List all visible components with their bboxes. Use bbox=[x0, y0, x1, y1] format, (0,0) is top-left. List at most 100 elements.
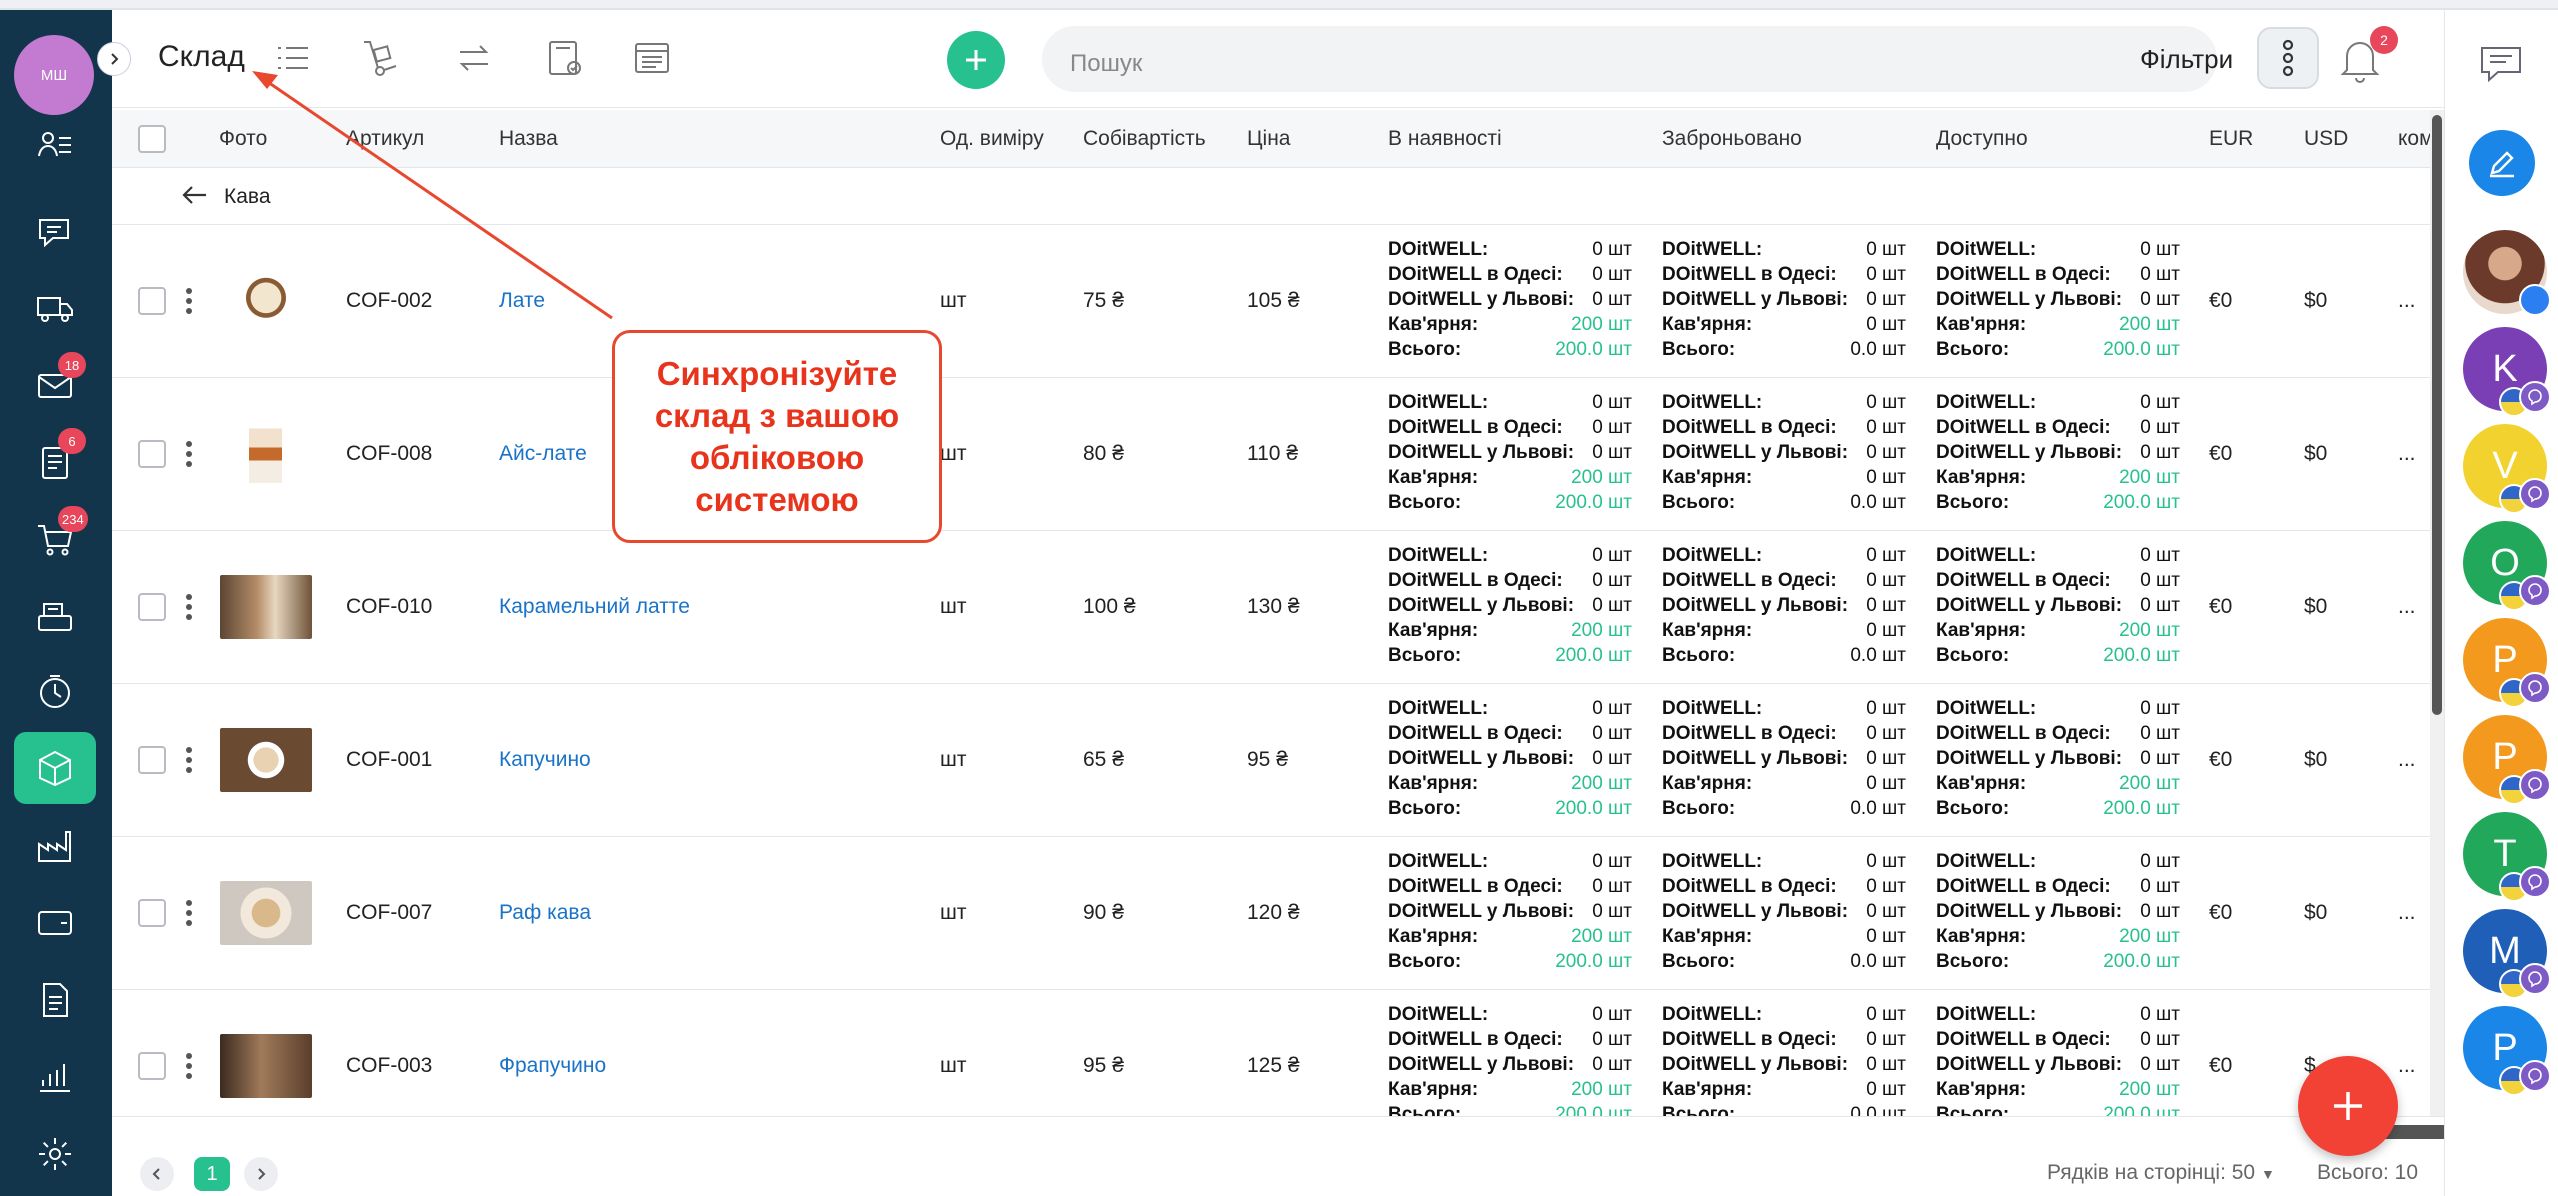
contact-avatar[interactable]: T bbox=[2463, 812, 2551, 902]
filters-button[interactable]: Фільтри bbox=[2140, 44, 2233, 75]
contact-avatar[interactable]: O bbox=[2463, 521, 2551, 611]
delivery-nav-item[interactable] bbox=[14, 272, 96, 344]
back-arrow-icon[interactable] bbox=[180, 180, 210, 210]
compose-button[interactable] bbox=[2469, 130, 2535, 196]
row-checkbox[interactable] bbox=[138, 440, 166, 468]
stock-value: 0 шт bbox=[2140, 1054, 2180, 1075]
analytics-nav-item[interactable] bbox=[14, 1040, 96, 1112]
inventory-check-icon[interactable] bbox=[542, 36, 586, 80]
col-in-stock[interactable]: В наявності bbox=[1388, 127, 1502, 151]
contact-avatar[interactable]: P bbox=[2463, 618, 2551, 708]
col-available[interactable]: Доступно bbox=[1936, 127, 2028, 151]
col-cost[interactable]: Собівартість bbox=[1083, 127, 1206, 151]
product-name-link[interactable]: Карамельний латте bbox=[499, 595, 690, 619]
add-product-button[interactable] bbox=[947, 31, 1005, 89]
col-photo[interactable]: Фото bbox=[219, 127, 267, 151]
production-nav-item[interactable] bbox=[14, 810, 96, 882]
plus-icon bbox=[966, 50, 986, 70]
row-checkbox[interactable] bbox=[138, 1052, 166, 1080]
cashier-nav-item[interactable] bbox=[14, 580, 96, 652]
product-name-link[interactable]: Айс-лате bbox=[499, 442, 587, 466]
hand-truck-icon[interactable] bbox=[358, 36, 402, 80]
settings-nav-item[interactable] bbox=[14, 1118, 96, 1190]
report-icon[interactable] bbox=[630, 36, 674, 80]
product-name-link[interactable]: Раф кава bbox=[499, 901, 591, 925]
stock-value: 0 шт bbox=[1592, 289, 1632, 310]
chat-icon bbox=[39, 219, 69, 248]
row-menu-icon[interactable] bbox=[184, 439, 194, 469]
product-photo[interactable] bbox=[220, 422, 312, 486]
mail-nav-item[interactable]: 18 bbox=[14, 350, 96, 422]
col-name[interactable]: Назва bbox=[499, 127, 558, 151]
contact-avatar[interactable]: P bbox=[2463, 1006, 2551, 1096]
stock-value: 0 шт bbox=[2140, 545, 2180, 566]
tasks-nav-item[interactable]: 6 bbox=[14, 426, 96, 498]
transfer-arrows-icon[interactable] bbox=[452, 36, 496, 80]
stock-line: DOitWELL в Одесі: 0 шт bbox=[1388, 1027, 1632, 1052]
row-checkbox[interactable] bbox=[138, 593, 166, 621]
row-checkbox[interactable] bbox=[138, 899, 166, 927]
row-menu-icon[interactable] bbox=[184, 745, 194, 775]
warehouse-nav-item[interactable] bbox=[14, 732, 96, 804]
time-nav-item[interactable] bbox=[14, 656, 96, 728]
search-input[interactable]: Пошук bbox=[1042, 26, 2217, 92]
col-unit[interactable]: Од. виміру bbox=[940, 127, 1044, 151]
stock-line: DOitWELL у Львові: 0 шт bbox=[1388, 1052, 1632, 1077]
row-menu-icon[interactable] bbox=[184, 1051, 194, 1081]
more-options-button[interactable] bbox=[2257, 27, 2319, 89]
vertical-scroll-thumb[interactable] bbox=[2432, 115, 2442, 715]
stock-location: Кав'ярня: bbox=[1936, 467, 2027, 488]
stock-location: Всього: bbox=[1388, 492, 1462, 513]
row-checkbox[interactable] bbox=[138, 287, 166, 315]
next-page-button[interactable] bbox=[244, 1157, 278, 1191]
col-price[interactable]: Ціна bbox=[1247, 127, 1290, 151]
contact-avatar[interactable]: V bbox=[2463, 424, 2551, 514]
product-photo[interactable] bbox=[220, 728, 312, 792]
list-view-icon[interactable] bbox=[270, 36, 314, 80]
contact-avatar[interactable]: M bbox=[2463, 909, 2551, 999]
chats-nav-item[interactable] bbox=[14, 196, 96, 268]
table-row[interactable]: COF-001 Капучино шт 65 ₴ 95 ₴ €0 $0... DOitWELL… bbox=[112, 684, 2430, 837]
wallet-nav-item[interactable] bbox=[14, 886, 96, 958]
col-sku[interactable]: Артикул bbox=[346, 127, 424, 151]
group-row: Кава bbox=[112, 168, 2430, 225]
row-menu-icon[interactable] bbox=[184, 898, 194, 928]
col-eur[interactable]: EUR bbox=[2209, 127, 2253, 151]
product-photo[interactable] bbox=[220, 881, 312, 945]
product-name-link[interactable]: Капучино bbox=[499, 748, 591, 772]
table-row[interactable]: COF-007 Раф кава шт 90 ₴ 120 ₴ €0 $0... DOitWEL… bbox=[112, 837, 2430, 990]
product-photo[interactable] bbox=[220, 269, 312, 333]
product-name-link[interactable]: Лате bbox=[499, 289, 545, 313]
user-avatar[interactable]: МШ bbox=[14, 35, 94, 115]
product-usd: $0 bbox=[2304, 595, 2328, 618]
rows-per-page-select[interactable]: Рядків на сторінці: 50 ▼ bbox=[2047, 1161, 2275, 1185]
chat-bubble-icon[interactable] bbox=[2478, 40, 2524, 86]
product-photo[interactable] bbox=[220, 575, 312, 639]
product-photo[interactable] bbox=[220, 1034, 312, 1098]
contact-photo-avatar[interactable] bbox=[2463, 230, 2551, 316]
contact-avatar[interactable]: K bbox=[2463, 327, 2551, 417]
sidebar-expand-button[interactable] bbox=[97, 42, 131, 76]
row-menu-icon[interactable] bbox=[184, 592, 194, 622]
col-usd[interactable]: USD bbox=[2304, 127, 2348, 151]
stock-line: DOitWELL: 0 шт bbox=[1662, 543, 1906, 568]
stock-line: Всього: 0.0 шт bbox=[1662, 643, 1906, 668]
row-menu-icon[interactable] bbox=[184, 286, 194, 316]
col-reserved[interactable]: Заброньовано bbox=[1662, 127, 1802, 151]
contacts-nav-item[interactable] bbox=[14, 110, 96, 182]
documents-nav-item[interactable] bbox=[14, 964, 96, 1036]
current-page[interactable]: 1 bbox=[194, 1157, 230, 1191]
cart-nav-item[interactable]: 234 bbox=[14, 504, 96, 576]
product-name-link[interactable]: Фрапучино bbox=[499, 1054, 606, 1078]
table-row[interactable]: COF-010 Карамельний латте шт 100 ₴ 130 ₴ €0 $0… bbox=[112, 531, 2430, 684]
row-checkbox[interactable] bbox=[138, 746, 166, 774]
table-row[interactable]: COF-008 Айс-лате шт 80 ₴ 110 ₴ €0 $0... DOitWEL… bbox=[112, 378, 2430, 531]
floating-add-button[interactable] bbox=[2298, 1056, 2398, 1156]
product-price: 125 ₴ bbox=[1247, 1054, 1300, 1077]
col-extra[interactable]: ком bbox=[2398, 127, 2430, 151]
select-all-checkbox[interactable] bbox=[138, 125, 166, 153]
prev-page-button[interactable] bbox=[140, 1157, 174, 1191]
table-row[interactable]: COF-003 Фрапучино шт 95 ₴ 125 ₴ €0 $... DOitWEL… bbox=[112, 990, 2430, 1116]
contact-avatar[interactable]: P bbox=[2463, 715, 2551, 805]
table-row[interactable]: COF-002 Лате шт 75 ₴ 105 ₴ €0 $0... DOitWELL: 0 … bbox=[112, 225, 2430, 378]
